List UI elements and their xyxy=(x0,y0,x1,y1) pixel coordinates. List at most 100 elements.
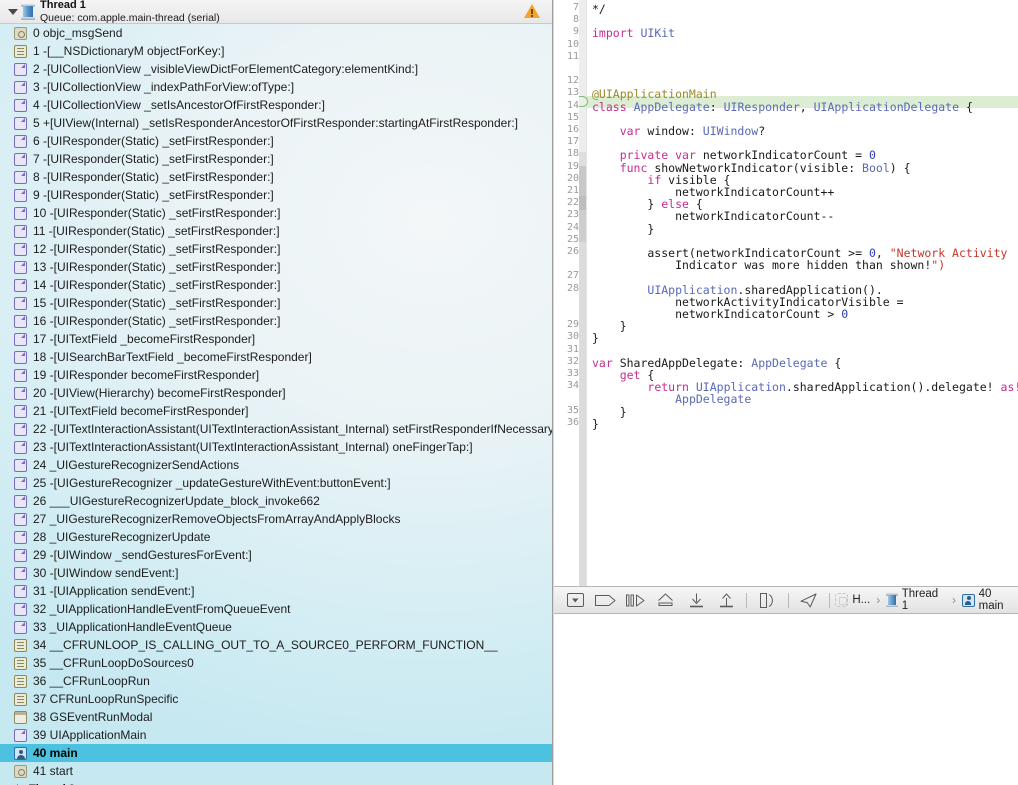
next-thread-header[interactable]: Thread 2 xyxy=(0,780,552,785)
stack-frame-label: 32 _UIApplicationHandleEventFromQueueEve… xyxy=(33,602,291,616)
stack-frame-row[interactable]: 26 ___UIGestureRecognizerUpdate_block_in… xyxy=(0,492,552,510)
stack-frame-row[interactable]: 28 _UIGestureRecognizerUpdate xyxy=(0,528,552,546)
debug-breadcrumb[interactable]: H... › Thread 1 › 40 main xyxy=(834,588,1018,612)
uikit-module-icon xyxy=(14,459,27,472)
code-line[interactable]: */ xyxy=(592,2,606,16)
debug-view-hierarchy-button[interactable] xyxy=(752,587,782,613)
breadcrumb-frame-label[interactable]: 40 main xyxy=(979,588,1018,612)
stack-frame-row[interactable]: 31 -[UIApplication sendEvent:] xyxy=(0,582,552,600)
stack-frame-label: 22 -[UITextInteractionAssistant(UITextIn… xyxy=(33,422,552,436)
stack-frame-list[interactable]: 0 objc_msgSend 1 -[__NSDictionaryM object… xyxy=(0,24,552,780)
stack-frame-row[interactable]: 13 -[UIResponder(Static) _setFirstRespon… xyxy=(0,258,552,276)
line-number: 14 xyxy=(566,99,579,111)
breadcrumb-process-label[interactable]: H... xyxy=(852,594,870,606)
stack-frame-row[interactable]: 29 -[UIWindow _sendGesturesForEvent:] xyxy=(0,546,552,564)
stack-frame-label: 0 objc_msgSend xyxy=(33,26,123,40)
gs-module-icon xyxy=(14,711,27,724)
stack-frame-row[interactable]: 2 -[UICollectionView _visibleViewDictFor… xyxy=(0,60,552,78)
hide-debug-area-button[interactable] xyxy=(560,587,590,613)
stack-frame-label: 20 -[UIView(Hierarchy) becomeFirstRespon… xyxy=(33,386,286,400)
stack-frame-row[interactable]: 39 UIApplicationMain xyxy=(0,726,552,744)
stack-frame-row[interactable]: 23 -[UITextInteractionAssistant(UITextIn… xyxy=(0,438,552,456)
stack-frame-row[interactable]: 9 -[UIResponder(Static) _setFirstRespond… xyxy=(0,186,552,204)
code-line[interactable]: networkIndicatorCount > 0 xyxy=(592,307,848,321)
code-line[interactable]: } xyxy=(592,331,599,345)
stack-frame-label: 5 +[UIView(Internal) _setIsResponderAnce… xyxy=(33,116,518,130)
console-output-area[interactable] xyxy=(554,614,1018,785)
line-number: 25 xyxy=(566,233,579,245)
code-line[interactable]: Indicator was more hidden than shown!") xyxy=(592,258,945,272)
warning-triangle-icon[interactable] xyxy=(524,4,540,19)
stack-frame-row[interactable]: 37 CFRunLoopRunSpecific xyxy=(0,690,552,708)
simulate-location-button[interactable] xyxy=(794,587,824,613)
stack-frame-icon xyxy=(962,593,975,607)
stack-frame-row[interactable]: 6 -[UIResponder(Static) _setFirstRespond… xyxy=(0,132,552,150)
debug-toolbar[interactable]: H... › Thread 1 › 40 main xyxy=(554,586,1018,614)
stack-frame-row[interactable]: 30 -[UIWindow sendEvent:] xyxy=(0,564,552,582)
stack-frame-row[interactable]: 7 -[UIResponder(Static) _setFirstRespond… xyxy=(0,150,552,168)
uikit-module-icon xyxy=(14,423,27,436)
stack-frame-row[interactable]: 1 -[__NSDictionaryM objectForKey:] xyxy=(0,42,552,60)
stack-frame-row[interactable]: 24 _UIGestureRecognizerSendActions xyxy=(0,456,552,474)
cf-module-icon xyxy=(14,639,27,652)
thread-header-row[interactable]: Thread 1 Queue: com.apple.main-thread (s… xyxy=(0,0,552,24)
stack-frame-row[interactable]: 22 -[UITextInteractionAssistant(UITextIn… xyxy=(0,420,552,438)
stack-frame-row[interactable]: 27 _UIGestureRecognizerRemoveObjectsFrom… xyxy=(0,510,552,528)
stack-frame-row[interactable]: 36 __CFRunLoopRun xyxy=(0,672,552,690)
stack-frame-row[interactable]: 14 -[UIResponder(Static) _setFirstRespon… xyxy=(0,276,552,294)
stack-frame-row[interactable]: 5 +[UIView(Internal) _setIsResponderAnce… xyxy=(0,114,552,132)
toolbar-divider xyxy=(787,592,789,608)
breadcrumb-thread-label[interactable]: Thread 1 xyxy=(902,588,946,612)
step-down-button[interactable] xyxy=(681,587,711,613)
stack-frame-row[interactable]: 25 -[UIGestureRecognizer _updateGestureW… xyxy=(0,474,552,492)
line-number: 7 xyxy=(572,2,579,13)
stack-frame-row[interactable]: 15 -[UIResponder(Static) _setFirstRespon… xyxy=(0,294,552,312)
stack-frame-row[interactable]: 34 __CFRUNLOOP_IS_CALLING_OUT_TO_A_SOURC… xyxy=(0,636,552,654)
step-into-button[interactable] xyxy=(651,587,681,613)
line-number: 29 xyxy=(566,319,579,331)
stack-frame-row[interactable]: 17 -[UITextField _becomeFirstResponder] xyxy=(0,330,552,348)
change-bar-segment xyxy=(579,242,586,586)
stack-frame-row[interactable]: 40 main xyxy=(0,744,552,762)
stack-frame-row[interactable]: 20 -[UIView(Hierarchy) becomeFirstRespon… xyxy=(0,384,552,402)
stack-frame-label: 1 -[__NSDictionaryM objectForKey:] xyxy=(33,44,225,58)
stack-frame-row[interactable]: 16 -[UIResponder(Static) _setFirstRespon… xyxy=(0,312,552,330)
step-out-button[interactable] xyxy=(711,587,741,613)
stack-frame-row[interactable]: 33 _UIApplicationHandleEventQueue xyxy=(0,618,552,636)
stack-frame-row[interactable]: 10 -[UIResponder(Static) _setFirstRespon… xyxy=(0,204,552,222)
stack-frame-label: 13 -[UIResponder(Static) _setFirstRespon… xyxy=(33,260,281,274)
thread-spool-icon xyxy=(21,3,35,20)
code-line[interactable]: class AppDelegate: UIResponder, UIApplic… xyxy=(592,100,973,114)
stack-frame-row[interactable]: 3 -[UICollectionView _indexPathForView:o… xyxy=(0,78,552,96)
toolbar-divider xyxy=(828,592,830,608)
stack-frame-row[interactable]: 41 start xyxy=(0,762,552,780)
code-line[interactable]: var window: UIWindow? xyxy=(592,124,765,138)
stack-frame-row[interactable]: 4 -[UICollectionView _setIsAncestorOfFir… xyxy=(0,96,552,114)
continue-program-button[interactable] xyxy=(590,587,620,613)
stack-frame-row[interactable]: 18 -[UISearchBarTextField _becomeFirstRe… xyxy=(0,348,552,366)
uikit-module-icon xyxy=(14,585,27,598)
uikit-module-icon xyxy=(14,729,27,742)
stack-frame-row[interactable]: 35 __CFRunLoopDoSources0 xyxy=(0,654,552,672)
step-over-button[interactable] xyxy=(620,587,650,613)
line-number: 36 xyxy=(566,416,579,428)
stack-frame-row[interactable]: 38 GSEventRunModal xyxy=(0,708,552,726)
source-code-editor[interactable]: 7 */8 9 import UIKit 10 11 12 13 @UIApplicationM… xyxy=(554,0,1018,586)
code-line[interactable]: } xyxy=(592,222,654,236)
debug-navigator-panel[interactable]: Thread 1 Queue: com.apple.main-thread (s… xyxy=(0,0,552,785)
gear-module-icon xyxy=(14,27,27,40)
stack-frame-row[interactable]: 32 _UIApplicationHandleEventFromQueueEve… xyxy=(0,600,552,618)
stack-frame-row[interactable]: 19 -[UIResponder becomeFirstResponder] xyxy=(0,366,552,384)
stack-frame-row[interactable]: 8 -[UIResponder(Static) _setFirstRespond… xyxy=(0,168,552,186)
stack-frame-label: 29 -[UIWindow _sendGesturesForEvent:] xyxy=(33,548,252,562)
stack-frame-row[interactable]: 11 -[UIResponder(Static) _setFirstRespon… xyxy=(0,222,552,240)
code-line[interactable]: import UIKit xyxy=(592,26,675,40)
stack-frame-label: 37 CFRunLoopRunSpecific xyxy=(33,692,179,706)
disclosure-triangle-open-icon[interactable] xyxy=(6,6,18,18)
stack-frame-row[interactable]: 12 -[UIResponder(Static) _setFirstRespon… xyxy=(0,240,552,258)
uikit-module-icon xyxy=(14,567,27,580)
stack-frame-row[interactable]: 0 objc_msgSend xyxy=(0,24,552,42)
stack-frame-label: 3 -[UICollectionView _indexPathForView:o… xyxy=(33,80,295,94)
code-line[interactable]: } xyxy=(592,417,599,431)
stack-frame-row[interactable]: 21 -[UITextField becomeFirstResponder] xyxy=(0,402,552,420)
